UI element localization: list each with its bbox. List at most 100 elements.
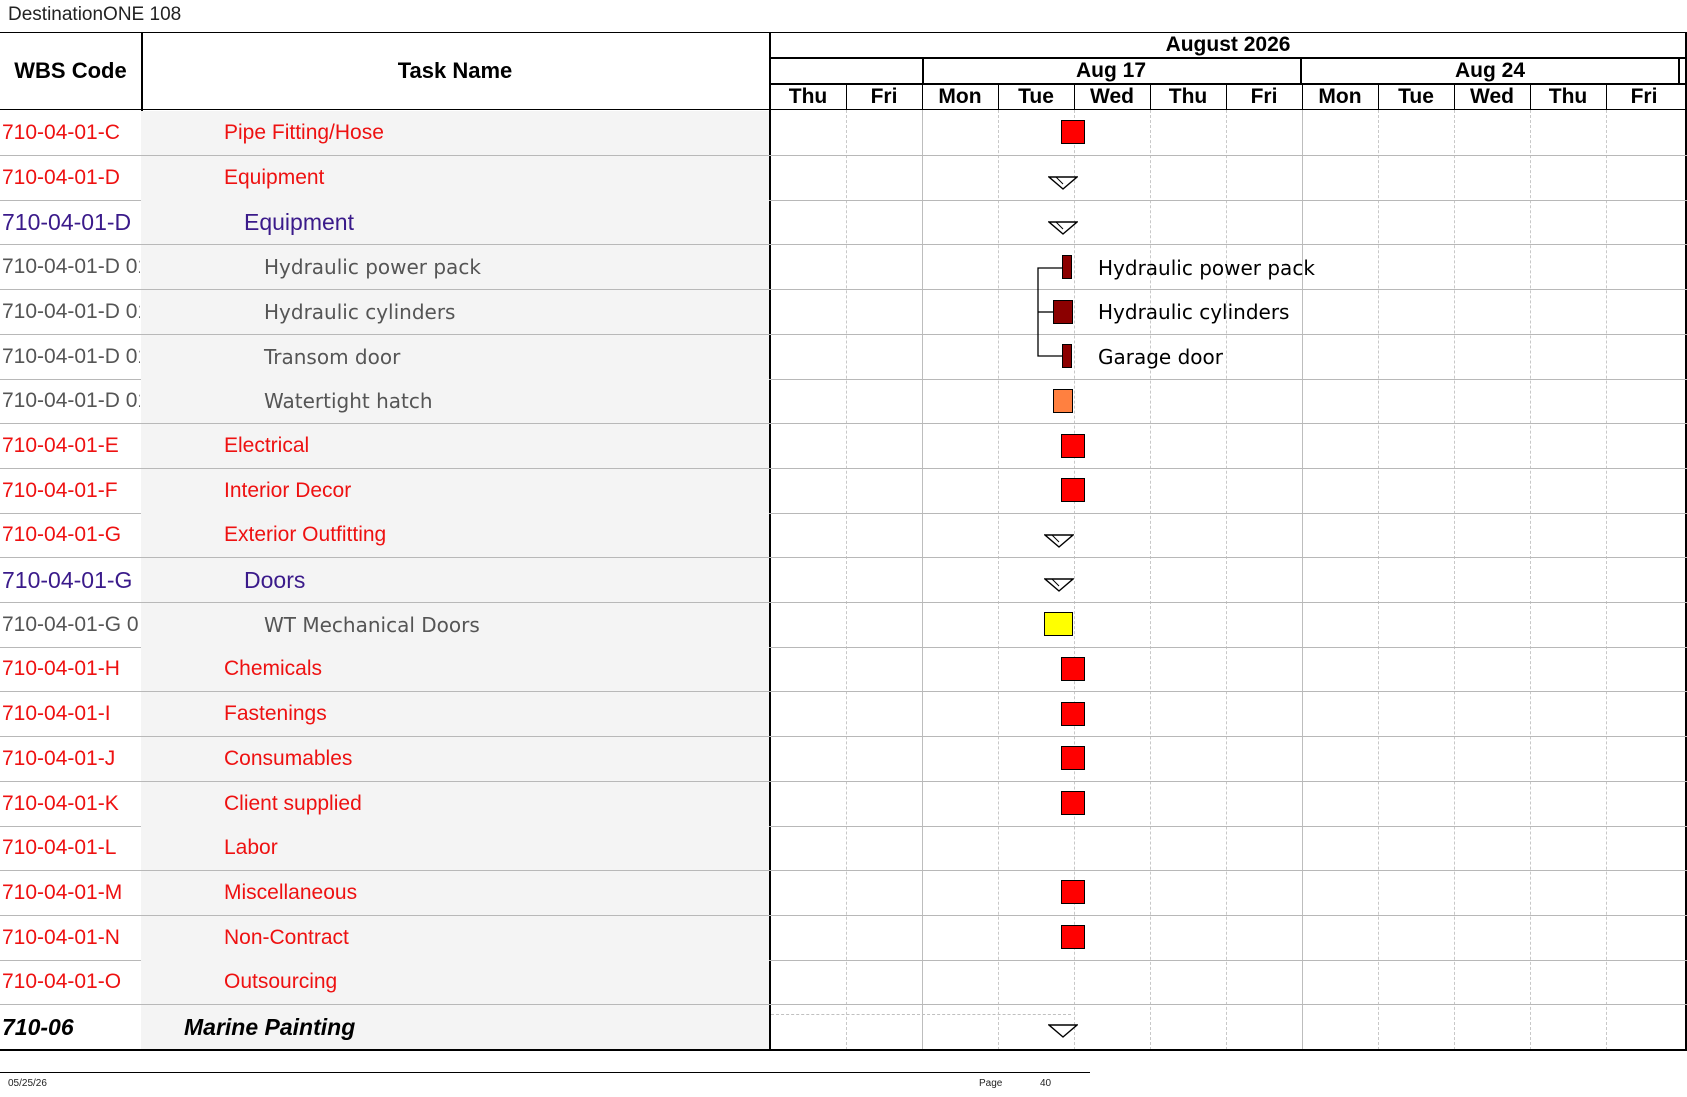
wbs-code-cell[interactable]: 710-04-01-I [2, 692, 140, 736]
wbs-code-cell[interactable]: 710-04-01-H [2, 647, 140, 691]
summary-line [771, 1014, 1071, 1015]
gantt-bar[interactable] [1061, 925, 1085, 949]
bar-label: Hydraulic cylinders [1098, 300, 1290, 324]
table-row[interactable]: 710-04-01-O Outsourcing [0, 960, 1687, 1006]
task-name-cell[interactable]: Electrical [224, 424, 309, 468]
gantt-bar[interactable] [1061, 657, 1085, 681]
wbs-code-cell[interactable]: 710-04-01-N [2, 916, 140, 960]
day-separator [1150, 84, 1151, 110]
task-name-cell[interactable]: Equipment [244, 200, 354, 244]
table-row[interactable]: 710-04-01-D 01 Hydraulic cylinders [0, 289, 1687, 335]
day-label: Mon [938, 85, 982, 108]
wbs-code-cell[interactable]: 710-04-01-F [2, 469, 140, 513]
day-separator [846, 84, 847, 110]
wbs-code-cell[interactable]: 710-04-01-D 01 [2, 245, 140, 289]
document-title: DestinationONE 108 [8, 4, 182, 25]
gantt-bar[interactable] [1061, 702, 1085, 726]
table-row[interactable]: 710-04-01-F Interior Decor [0, 468, 1687, 514]
gantt-bar[interactable] [1044, 612, 1073, 636]
table-row[interactable]: 710-04-01-H Chemicals [0, 647, 1687, 693]
summary-milestone-icon[interactable] [1044, 578, 1074, 592]
wbs-code-cell[interactable]: 710-04-01-M [2, 871, 140, 915]
day-separator [922, 84, 923, 110]
gantt-bar[interactable] [1062, 344, 1072, 368]
table-row[interactable]: 710-04-01-D Equipment [0, 155, 1687, 201]
task-name-cell[interactable]: Miscellaneous [224, 871, 357, 915]
wbs-code-cell[interactable]: 710-04-01-G [2, 513, 140, 557]
table-row[interactable]: 710-04-01-M Miscellaneous [0, 870, 1687, 916]
wbs-code-cell[interactable]: 710-04-01-G [2, 558, 140, 602]
footer-page-label: Page [979, 1078, 1003, 1089]
day-label: Thu [788, 85, 828, 108]
task-cell-background [141, 558, 769, 602]
wbs-code-cell[interactable]: 710-04-01-D [2, 200, 140, 244]
task-name-cell[interactable]: Chemicals [224, 647, 322, 691]
task-name-cell[interactable]: Pipe Fitting/Hose [224, 111, 384, 155]
gantt-bar[interactable] [1061, 791, 1085, 815]
table-row[interactable]: 710-04-01-J Consumables [0, 736, 1687, 782]
wbs-code-cell[interactable]: 710-04-01-D 01 [2, 290, 140, 334]
table-row[interactable]: 710-04-01-N Non-Contract [0, 915, 1687, 961]
wbs-code-cell[interactable]: 710-04-01-C [2, 111, 140, 155]
task-name-cell[interactable]: Hydraulic power pack [264, 245, 481, 289]
table-row[interactable]: 710-04-01-E Electrical [0, 423, 1687, 469]
task-name-cell[interactable]: Transom door [264, 335, 400, 379]
summary-milestone-icon[interactable] [1048, 1024, 1078, 1038]
gantt-bar[interactable] [1053, 300, 1073, 324]
wbs-code-cell[interactable]: 710-04-01-J [2, 737, 140, 781]
task-name-cell[interactable]: Non-Contract [224, 916, 349, 960]
gantt-bar[interactable] [1062, 255, 1072, 279]
table-row[interactable]: 710-04-01-D 01 Hydraulic power pack [0, 245, 1687, 291]
task-name-cell[interactable]: Outsourcing [224, 960, 337, 1004]
gantt-bar[interactable] [1061, 746, 1085, 770]
task-name-cell[interactable]: Doors [244, 558, 305, 602]
task-name-cell[interactable]: Hydraulic cylinders [264, 290, 455, 334]
task-name-cell[interactable]: Watertight hatch [264, 379, 433, 423]
wbs-code-cell[interactable]: 710-04-01-D 01 [2, 335, 140, 379]
wbs-code-cell[interactable]: 710-06 [2, 1005, 140, 1049]
table-row[interactable]: 710-04-01-G Doors [0, 558, 1687, 603]
table-row[interactable]: 710-04-01-D 01 Watertight hatch [0, 379, 1687, 425]
task-name-cell[interactable]: Fastenings [224, 692, 327, 736]
gantt-bar[interactable] [1053, 389, 1073, 413]
gantt-bar[interactable] [1061, 434, 1085, 458]
summary-milestone-icon[interactable] [1048, 176, 1078, 190]
wbs-code-cell[interactable]: 710-04-01-L [2, 826, 140, 870]
day-separator [1454, 84, 1455, 110]
wbs-code-cell[interactable]: 710-04-01-D 01 [2, 379, 140, 423]
task-name-cell[interactable]: Labor [224, 826, 278, 870]
wbs-code-cell[interactable]: 710-04-01-G 01 [2, 603, 140, 647]
day-separator [1226, 84, 1227, 110]
table-row[interactable]: 710-04-01-L Labor [0, 826, 1687, 872]
day-separator [1074, 84, 1075, 110]
task-name-cell[interactable]: Consumables [224, 737, 352, 781]
wbs-code-cell[interactable]: 710-04-01-D [2, 156, 140, 200]
table-row[interactable]: 710-04-01-K Client supplied [0, 781, 1687, 827]
task-name-cell[interactable]: Exterior Outfitting [224, 513, 386, 557]
summary-milestone-icon[interactable] [1048, 221, 1078, 235]
table-row[interactable]: 710-04-01-G 01 WT Mechanical Doors [0, 602, 1687, 648]
table-row[interactable]: 710-04-01-C Pipe Fitting/Hose [0, 111, 1687, 156]
table-row[interactable]: 710-04-01-D Equipment [0, 200, 1687, 246]
task-name-cell[interactable]: Equipment [224, 156, 324, 200]
task-column-header[interactable]: Task Name [141, 32, 769, 110]
table-row[interactable]: 710-04-01-D 01 Transom door [0, 334, 1687, 380]
table-bottom-border [0, 1049, 1687, 1051]
wbs-column-header[interactable]: WBS Code [0, 32, 141, 110]
wbs-code-cell[interactable]: 710-04-01-E [2, 424, 140, 468]
table-row[interactable]: 710-04-01-I Fastenings [0, 692, 1687, 738]
gantt-bar[interactable] [1061, 478, 1085, 502]
task-name-cell[interactable]: Marine Painting [184, 1005, 355, 1049]
table-row[interactable]: 710-04-01-G Exterior Outfitting [0, 513, 1687, 559]
wbs-code-cell[interactable]: 710-04-01-K [2, 782, 140, 826]
timescale-month: August 2026 [1165, 33, 1291, 56]
task-name-cell[interactable]: Interior Decor [224, 469, 351, 513]
task-name-cell[interactable]: WT Mechanical Doors [264, 603, 480, 647]
task-name-cell[interactable]: Client supplied [224, 782, 362, 826]
table-row[interactable]: 710-06 Marine Painting [0, 1005, 1687, 1050]
summary-milestone-icon[interactable] [1044, 534, 1074, 548]
gantt-bar[interactable] [1061, 880, 1085, 904]
day-label: Wed [1090, 85, 1134, 108]
gantt-bar[interactable] [1061, 120, 1085, 144]
wbs-code-cell[interactable]: 710-04-01-O [2, 960, 140, 1004]
